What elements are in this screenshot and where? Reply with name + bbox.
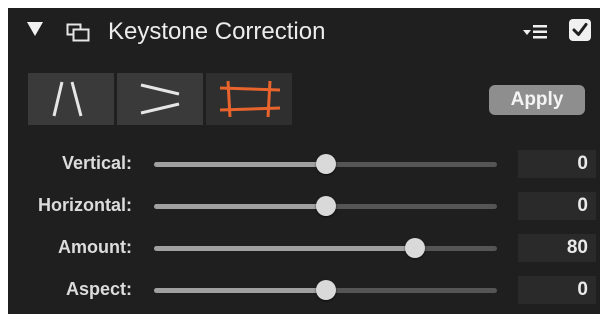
horizontal-label: Horizontal: bbox=[38, 195, 132, 215]
options-menu-icon[interactable] bbox=[522, 22, 548, 42]
aspect-value-field[interactable]: 0 bbox=[518, 276, 596, 304]
aspect-slider-row: Aspect: 0 bbox=[8, 276, 600, 306]
vertical-keystone-icon bbox=[52, 81, 83, 117]
vertical-mode-button[interactable] bbox=[28, 73, 114, 125]
amount-slider-row: Amount: 80 bbox=[8, 234, 600, 264]
aspect-slider[interactable] bbox=[154, 280, 497, 300]
amount-slider-knob[interactable] bbox=[404, 238, 425, 258]
amount-slider[interactable] bbox=[154, 238, 497, 258]
aspect-slider-knob[interactable] bbox=[315, 280, 336, 300]
enable-checkbox[interactable] bbox=[569, 19, 591, 41]
checkmark-icon bbox=[572, 23, 588, 36]
horizontal-slider-fill bbox=[154, 204, 326, 209]
apply-button[interactable]: Apply bbox=[489, 85, 585, 115]
horizontal-slider-knob[interactable] bbox=[315, 196, 336, 216]
crop-keystone-icon bbox=[219, 80, 281, 118]
keystone-mode-selector bbox=[28, 73, 292, 125]
aspect-label: Aspect: bbox=[65, 279, 132, 299]
vertical-value-field[interactable]: 0 bbox=[518, 150, 596, 178]
vertical-slider-row: Vertical: 0 bbox=[8, 150, 600, 180]
horizontal-keystone-icon bbox=[140, 83, 180, 115]
horizontal-value-field[interactable]: 0 bbox=[518, 192, 596, 220]
amount-slider-fill bbox=[154, 246, 415, 251]
horizontal-mode-button[interactable] bbox=[117, 73, 203, 125]
vertical-slider-fill bbox=[154, 162, 326, 167]
horizontal-slider[interactable] bbox=[154, 196, 497, 216]
aspect-slider-fill bbox=[154, 288, 326, 293]
amount-value-field[interactable]: 80 bbox=[518, 234, 596, 262]
horizontal-slider-row: Horizontal: 0 bbox=[8, 192, 600, 222]
amount-label: Amount: bbox=[58, 237, 132, 257]
disclosure-triangle-icon[interactable] bbox=[26, 20, 44, 38]
panel-header: Keystone Correction bbox=[8, 8, 600, 54]
keystone-correction-panel: Keystone Correction Apply Vertical: 0 Ho… bbox=[8, 8, 600, 314]
crop-mode-button[interactable] bbox=[206, 73, 292, 125]
vertical-slider-knob[interactable] bbox=[315, 154, 336, 174]
vertical-label: Vertical: bbox=[61, 153, 132, 173]
overlapping-squares-icon bbox=[66, 23, 92, 43]
vertical-slider[interactable] bbox=[154, 154, 497, 174]
panel-title: Keystone Correction bbox=[108, 18, 326, 45]
